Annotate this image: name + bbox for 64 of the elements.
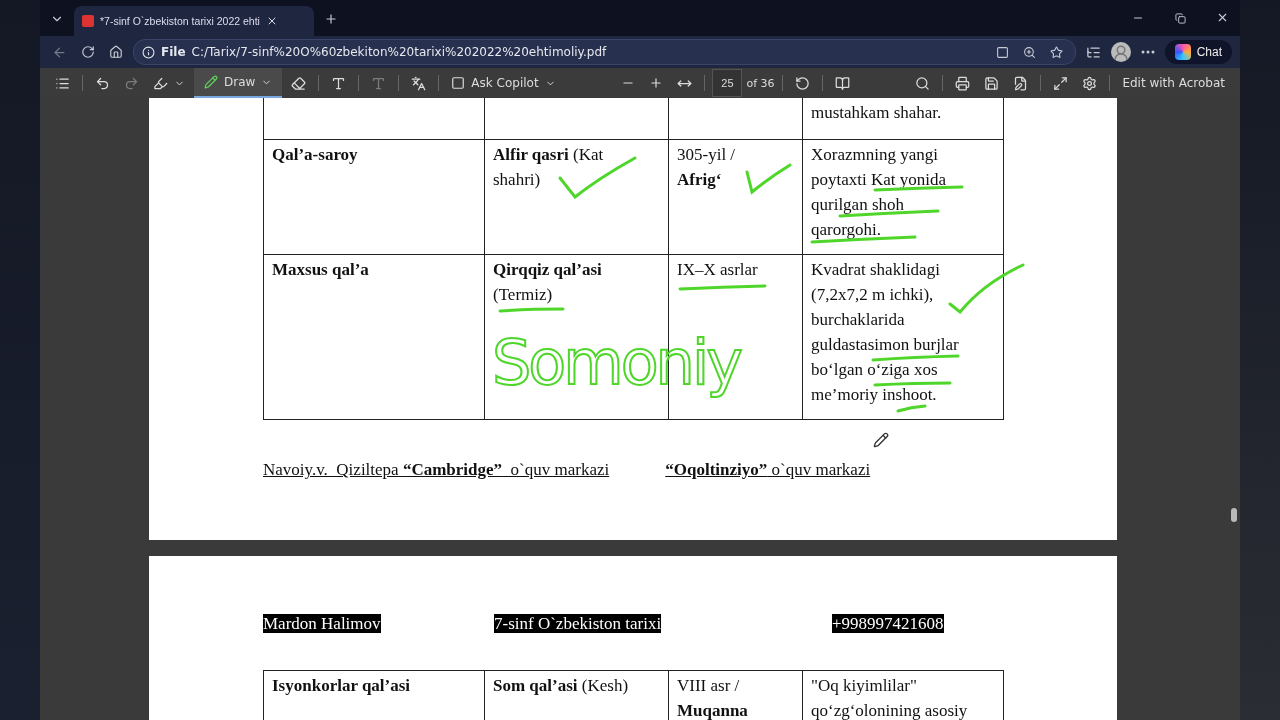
undo-icon: [95, 75, 110, 91]
settings-icon: [1082, 75, 1098, 91]
page-count: of 36: [746, 76, 775, 90]
scrollbar-thumb[interactable]: [1231, 508, 1237, 522]
redo-icon: [124, 75, 139, 91]
text-icon: [371, 75, 387, 91]
table-cell: VIII asr / Muqanna: [668, 670, 803, 720]
table-cell: Xorazmning yangi poytaxti Kat yonida qurilgan shoh qarorgohi.: [802, 139, 1004, 254]
square-icon: [995, 45, 1009, 59]
table-cell: Qal’a-saroy: [263, 139, 485, 254]
list-icon: [55, 75, 70, 91]
more-icon: [1140, 50, 1155, 54]
save-as-icon: [1013, 75, 1029, 91]
footer-text: “Oqoltinziyo” o`quv markazi: [665, 460, 871, 480]
pdf-file-icon: [82, 15, 94, 27]
address-scheme: File: [161, 45, 186, 59]
square-icon: [451, 76, 466, 90]
info-icon: [142, 45, 155, 59]
table-cell: "Oq kiyimlilar" qo‘zg‘olonining asosiy: [802, 670, 1004, 720]
checkmark-stroke: [745, 163, 792, 194]
expand-icon: [1053, 75, 1069, 91]
plus-icon: [324, 12, 338, 26]
table-cell: Som qal’asi (Kesh): [484, 670, 669, 720]
table-cell: 305-yil / Afrig‘: [668, 139, 803, 254]
pencil-icon: [204, 75, 218, 89]
star-icon: [1049, 45, 1063, 59]
table-cell: mustahkam shahar.: [802, 98, 1004, 139]
home-icon: [109, 45, 123, 59]
search-icon: [915, 75, 931, 91]
highlighted-text: 7-sinf O`zbekiston tarixi: [494, 614, 662, 633]
draw-button[interactable]: Draw: [194, 68, 283, 98]
save-icon: [984, 75, 1000, 91]
table-cell: Maxsus qal’a: [263, 254, 485, 419]
printer-icon: [955, 75, 971, 91]
url-text: C:/Tarix/7-sinf%20O%60zbekiton%20tarixi%202022%20ehtimoliy.pdf: [191, 45, 607, 59]
ask-copilot-button[interactable]: Ask Copilot: [446, 73, 561, 93]
zoom-in-icon: [1022, 45, 1036, 59]
footer-text: Navoiy.v. Qiziltepa “Cambridge” o`quv markazi: [263, 460, 610, 480]
pencil-cursor-icon: [873, 432, 889, 448]
refresh-icon: [81, 45, 95, 59]
highlighted-text: Mardon Halimov: [263, 614, 381, 633]
underline-stroke: [498, 307, 565, 313]
page-number-field[interactable]: 25: [712, 69, 743, 97]
highlighter-icon: [153, 75, 168, 91]
chat-button[interactable]: Chat: [1164, 40, 1232, 64]
highlighted-text: +998997421608: [832, 614, 944, 633]
copilot-logo-icon: [1174, 44, 1191, 60]
restore-icon: [1174, 13, 1186, 24]
translate-icon: [411, 75, 427, 91]
table-cell: Alfir qasri (Kat shahri): [484, 139, 669, 254]
eraser-icon: [291, 75, 307, 91]
plus-icon: [649, 76, 664, 90]
rotate-icon: [794, 75, 810, 91]
favorites-list-icon: [1085, 44, 1101, 60]
underline-stroke: [896, 404, 927, 413]
book-icon: [834, 75, 850, 91]
address-bar[interactable]: File C:/Tarix/7-sinf%20O%60zbekiton%20tarixi%202022%20ehtimoliy.pdf: [133, 39, 1076, 65]
person-icon: [1111, 44, 1130, 62]
browser-tab[interactable]: *7-sinf O`zbekiston tarixi 2022 ehti: [74, 6, 314, 36]
profile-avatar[interactable]: [1110, 42, 1131, 62]
edit-with-acrobat-button[interactable]: Edit with Acrobat: [1117, 73, 1230, 93]
table-cell: Kvadrat shaklidagi (7,2x7,2 m ichki), burchaklarida guldastasimon burjlar bo‘lgan o‘ziga xos me’moriy inshoot.: [802, 254, 1004, 419]
text-icon: [331, 75, 347, 91]
table-cell: Isyonkorlar qal’asi: [263, 670, 485, 720]
